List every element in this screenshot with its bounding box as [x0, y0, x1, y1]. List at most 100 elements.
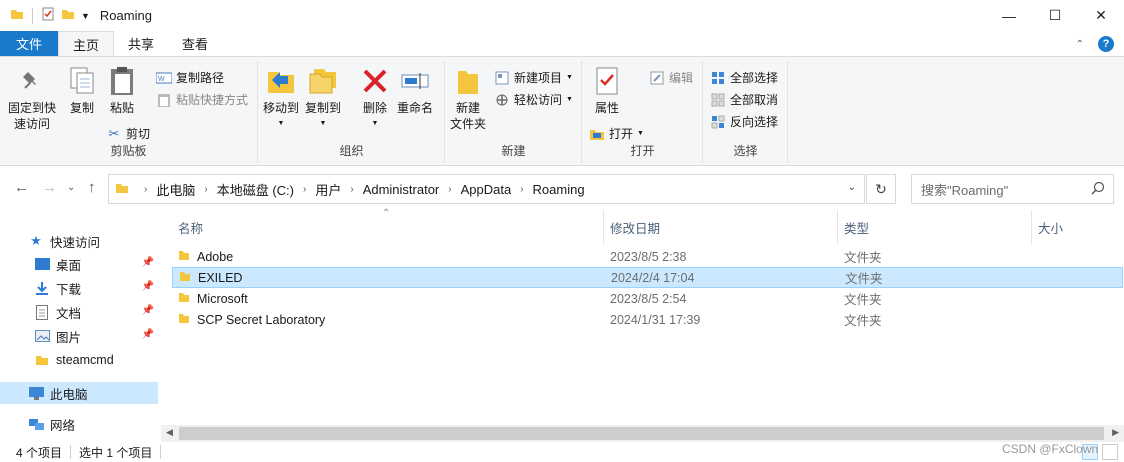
select-group-label: 选择	[733, 144, 758, 158]
select-group: 全部选择 全部取消 反向选择 选择	[704, 61, 788, 163]
address-bar[interactable]: › 此电脑 › 本地磁盘 (C:) › 用户 › Administrator › App…	[108, 174, 865, 204]
picture-icon	[34, 328, 50, 344]
breadcrumb-item[interactable]: Administrator ›	[363, 182, 461, 197]
network-icon	[28, 416, 44, 432]
maximize-button[interactable]: ☐	[1032, 0, 1078, 31]
select-all-icon	[710, 70, 726, 86]
file-row[interactable]: EXILED 2024/2/4 17:04 文件夹	[172, 267, 1123, 288]
new-group: 新建 文件夹 新建项目 ▼ 轻松访问 ▼ 新建	[446, 61, 582, 163]
scroll-right-icon[interactable]: ▶	[1112, 427, 1119, 438]
move-to-icon	[265, 65, 297, 97]
cut-button[interactable]: ✂ 剪切	[106, 125, 150, 142]
close-button[interactable]: ✕	[1078, 0, 1124, 31]
move-to-button[interactable]: 移动到 ▼	[263, 65, 299, 132]
tab-home[interactable]: 主页	[58, 31, 115, 56]
quick-access-toolbar: ▼	[0, 7, 90, 24]
new-item-button[interactable]: 新建项目 ▼	[494, 69, 573, 86]
folder-icon	[178, 312, 190, 327]
pin-icon: 📌	[141, 305, 154, 316]
select-none-button[interactable]: 全部取消	[710, 91, 778, 108]
invert-selection-button[interactable]: 反向选择	[710, 113, 778, 130]
chevron-up-icon[interactable]: ⌃	[1076, 39, 1084, 50]
recent-locations-chevron-icon[interactable]: ⌄	[67, 182, 75, 193]
svg-text:W: W	[158, 76, 165, 83]
pin-to-quick-access-button[interactable]: 固定到快 速访问	[8, 65, 56, 132]
select-all-button[interactable]: 全部选择	[710, 69, 778, 86]
tab-share[interactable]: 共享	[114, 31, 168, 56]
search-input[interactable]: 搜索"Roaming"	[911, 174, 1114, 204]
file-row[interactable]: Adobe 2023/8/5 2:38 文件夹	[172, 246, 1123, 267]
rename-button[interactable]: 重命名	[397, 65, 433, 116]
nav-quick-access[interactable]: ★ 快速访问	[0, 230, 158, 252]
clipboard-group: 固定到快 速访问 复制 粘贴 W 复制路径 粘贴快捷方式 ✂ 剪切 剪贴板	[0, 61, 258, 163]
nav-item-downloads[interactable]: 下载 📌	[0, 277, 158, 299]
large-icons-view-button[interactable]	[1102, 444, 1118, 460]
chevron-down-icon: ▼	[566, 74, 573, 81]
status-bar: 4 个项目 选中 1 个项目	[0, 442, 1124, 462]
organize-group-label: 组织	[339, 144, 364, 158]
back-button[interactable]: ←	[14, 179, 29, 196]
open-icon	[589, 126, 605, 142]
tab-view[interactable]: 查看	[168, 31, 222, 56]
breadcrumb-item[interactable]: 本地磁盘 (C:) ›	[217, 180, 316, 199]
nav-item-desktop[interactable]: 桌面 📌	[0, 253, 158, 275]
tab-file[interactable]: 文件	[0, 31, 58, 56]
help-icon[interactable]: ?	[1098, 36, 1114, 52]
properties-quick-icon[interactable]	[41, 7, 55, 24]
copy-to-button[interactable]: 复制到 ▼	[305, 65, 341, 132]
navigation-bar: ← → ⌄ ↑ › 此电脑 › 本地磁盘 (C:) › 用户 › Administra…	[0, 166, 1124, 210]
minimize-button[interactable]: —	[986, 0, 1032, 31]
new-group-label: 新建	[501, 144, 526, 158]
folder-icon	[178, 249, 190, 264]
copy-button[interactable]: 复制	[66, 65, 98, 116]
copy-path-button[interactable]: W 复制路径	[156, 69, 224, 86]
column-header-type[interactable]: 类型	[838, 210, 1031, 244]
file-row[interactable]: Microsoft 2023/8/5 2:54 文件夹	[172, 288, 1123, 309]
chevron-down-icon[interactable]: ▼	[81, 11, 90, 21]
breadcrumb-item[interactable]: 此电脑 ›	[156, 180, 216, 199]
breadcrumb-item[interactable]: AppData ›	[461, 182, 533, 197]
refresh-button[interactable]: ↻	[866, 174, 896, 204]
paste-button[interactable]: 粘贴	[106, 65, 138, 116]
watermark: CSDN @FxClown	[1002, 442, 1099, 456]
copy-path-icon: W	[156, 70, 172, 86]
download-icon	[34, 280, 50, 296]
chevron-down-icon[interactable]: ⌄	[848, 182, 856, 193]
search-icon	[1091, 181, 1105, 198]
nav-item-network[interactable]: 网络	[0, 413, 158, 435]
up-button[interactable]: ↑	[88, 179, 96, 196]
select-none-icon	[710, 92, 726, 108]
scroll-left-icon[interactable]: ◀	[166, 427, 173, 438]
clipboard-group-label: 剪贴板	[110, 144, 147, 158]
nav-item-documents[interactable]: 文档 📌	[0, 301, 158, 323]
column-header-modified[interactable]: 修改日期	[604, 210, 837, 244]
column-header-name[interactable]: 名称	[172, 210, 603, 244]
new-folder-button[interactable]: 新建 文件夹	[450, 65, 486, 132]
breadcrumb-item[interactable]: Roaming	[533, 182, 585, 197]
folder-icon	[179, 270, 191, 285]
open-button[interactable]: 打开 ▼	[589, 125, 644, 142]
file-row[interactable]: SCP Secret Laboratory 2024/1/31 17:39 文件…	[172, 309, 1123, 330]
delete-button[interactable]: 删除 ▼	[359, 65, 391, 132]
breadcrumb-item[interactable]: 用户 ›	[315, 180, 362, 199]
horizontal-scrollbar[interactable]: ◀ ▶	[161, 425, 1124, 442]
nav-item-steamcmd[interactable]: steamcmd	[0, 349, 158, 371]
properties-icon	[591, 65, 623, 97]
ribbon-tabs: 文件 主页 共享 查看 ⌃ ?	[0, 31, 1124, 56]
paste-icon	[106, 65, 138, 97]
properties-button[interactable]: 属性	[591, 65, 623, 116]
forward-button[interactable]: →	[42, 179, 57, 196]
nav-item-pictures[interactable]: 图片 📌	[0, 325, 158, 347]
new-folder-quick-icon[interactable]	[61, 7, 75, 24]
edit-button[interactable]: 编辑	[649, 69, 693, 86]
pin-icon: 📌	[141, 257, 154, 268]
scrollbar-thumb[interactable]	[179, 427, 1104, 440]
column-header-size[interactable]: 大小	[1032, 210, 1122, 244]
refresh-icon: ↻	[875, 180, 887, 197]
paste-shortcut-button[interactable]: 粘贴快捷方式	[156, 91, 248, 108]
rename-icon	[399, 65, 431, 97]
nav-item-this-pc[interactable]: 此电脑	[0, 382, 158, 404]
organize-group: 移动到 ▼ 复制到 ▼ 删除 ▼ 重命名 组织	[259, 61, 445, 163]
easy-access-icon	[494, 92, 510, 108]
easy-access-button[interactable]: 轻松访问 ▼	[494, 91, 573, 108]
